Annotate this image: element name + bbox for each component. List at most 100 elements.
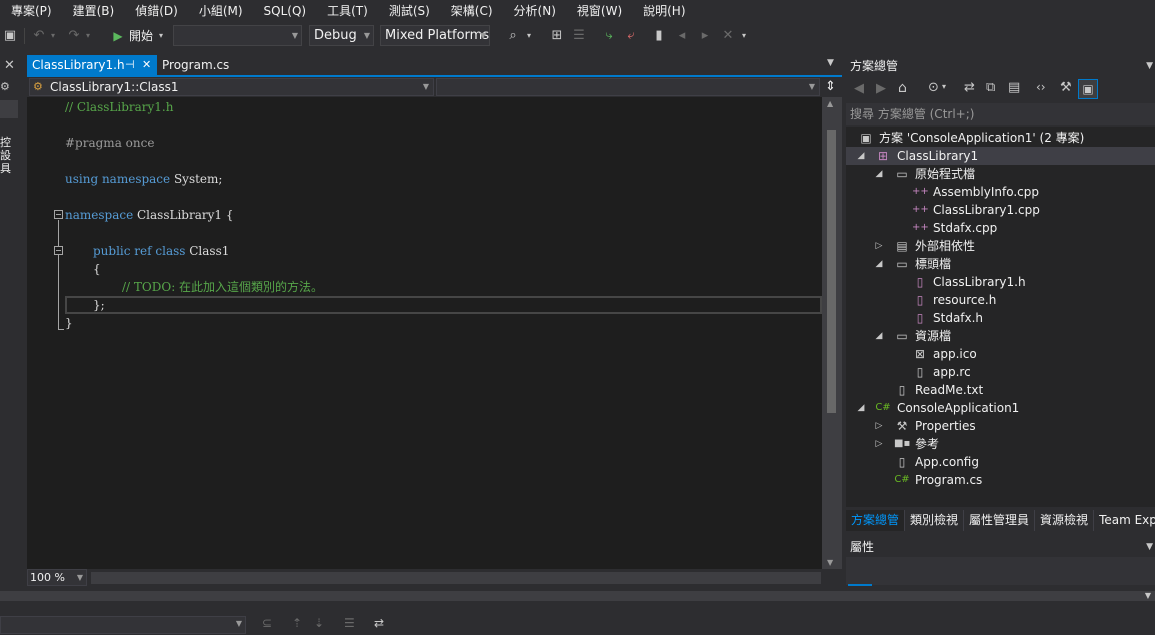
panel-menu-icon[interactable]: ▼ [1145, 591, 1151, 600]
tab-team-explorer[interactable]: Team Explo [1094, 510, 1155, 531]
member-combo[interactable]: ▼ [436, 78, 820, 96]
tree-item-header-folder[interactable]: ◢ ▭ 標頭檔 [846, 255, 1155, 273]
panel-menu-icon[interactable]: ▼ [1146, 537, 1153, 557]
collapsed-arrow-icon[interactable]: ▷ [874, 435, 884, 453]
expanded-arrow-icon[interactable]: ◢ [856, 399, 866, 417]
output-source-combo[interactable]: ▼ [0, 616, 246, 634]
save-all-icon[interactable]: ▣ [2, 27, 18, 45]
bookmark-icon[interactable]: ▮ [652, 27, 666, 45]
start-dropdown-icon[interactable]: ▾ [156, 27, 166, 45]
pin-icon[interactable]: ⊣ [125, 55, 135, 75]
scroll-down-icon[interactable]: ▼ [827, 558, 833, 567]
menu-team[interactable]: 小組(M) [188, 0, 253, 22]
tree-item-consoleapplication1[interactable]: ◢ C# ConsoleApplication1 [846, 399, 1155, 417]
tree-item-classlibrary1-h[interactable]: ▯ ClassLibrary1.h [846, 273, 1155, 291]
bookmark-window-icon[interactable]: ⊞ [548, 27, 566, 45]
menu-tools[interactable]: 工具(T) [316, 0, 378, 22]
previous-message-icon[interactable]: ⇡ [292, 616, 302, 630]
forward-icon[interactable]: ▶ [876, 81, 886, 96]
toolbox-vertical-label[interactable]: 控 設 具 [0, 136, 11, 175]
configuration-combo[interactable]: Debug ▼ [309, 25, 374, 46]
menu-help[interactable]: 說明(H) [632, 0, 695, 22]
target-combo[interactable]: ▼ [173, 25, 302, 46]
menu-sql[interactable]: SQL(Q) [253, 0, 317, 22]
tree-item-app-config[interactable]: ▯ App.config [846, 453, 1155, 471]
collapsed-arrow-icon[interactable]: ▷ [874, 417, 884, 435]
chevron-down-icon[interactable]: ▾ [942, 82, 946, 91]
gear-icon[interactable]: ⚙ [0, 80, 10, 93]
uncomment-icon[interactable]: ⤶ [622, 27, 640, 45]
redo-icon[interactable]: ↷ [65, 27, 83, 45]
tree-item-app-rc[interactable]: ▯ app.rc [846, 363, 1155, 381]
menu-test[interactable]: 測試(S) [378, 0, 440, 22]
comment-icon[interactable]: ⤷ [600, 27, 618, 45]
redo-dropdown-icon[interactable]: ▾ [83, 27, 93, 45]
tab-classlibrary1-h[interactable]: ClassLibrary1.h ⊣ ✕ [27, 55, 157, 75]
collapsed-arrow-icon[interactable]: ▷ [874, 237, 884, 255]
tab-program-cs[interactable]: Program.cs [157, 55, 247, 75]
tree-item-source-folder[interactable]: ◢ ▭ 原始程式檔 [846, 165, 1155, 183]
toolbox-tab[interactable] [0, 100, 18, 118]
properties-wrench-icon[interactable]: ⚒ [1060, 80, 1072, 95]
tree-item-solution[interactable]: ▣ 方案 'ConsoleApplication1' (2 專案) [846, 129, 1155, 147]
find-in-files-icon[interactable]: ⌕ [504, 27, 522, 45]
fold-toggle-icon[interactable] [54, 246, 63, 255]
tree-item-app-ico[interactable]: ⊠ app.ico [846, 345, 1155, 363]
scroll-up-icon[interactable]: ▲ [827, 99, 833, 108]
panel-menu-icon[interactable]: ▼ [1146, 55, 1153, 77]
show-all-files-icon[interactable]: ▤ [1008, 80, 1020, 95]
tree-item-resource-folder[interactable]: ◢ ▭ 資源檔 [846, 327, 1155, 345]
expanded-arrow-icon[interactable]: ◢ [874, 165, 884, 183]
back-icon[interactable]: ◀ [854, 81, 864, 96]
close-icon[interactable]: ✕ [4, 58, 15, 73]
menu-project[interactable]: 專案(P) [0, 0, 62, 22]
toolbar-overflow-icon[interactable]: ▾ [738, 27, 750, 45]
next-bookmark-icon[interactable]: ▸ [697, 27, 713, 45]
tree-item-references[interactable]: ▷ ■▪ 參考 [846, 435, 1155, 453]
tab-resource-view[interactable]: 資源檢視 [1035, 510, 1095, 531]
expanded-arrow-icon[interactable]: ◢ [874, 255, 884, 273]
tree-item-stdafx-cpp[interactable]: ++ Stdafx.cpp [846, 219, 1155, 237]
clear-all-icon[interactable]: ☰ [344, 616, 355, 630]
fold-toggle-icon[interactable] [54, 210, 63, 219]
indent-icon[interactable]: ☰ [570, 27, 588, 45]
pending-changes-icon[interactable]: ⊙ [928, 80, 939, 95]
menu-architecture[interactable]: 架構(C) [440, 0, 503, 22]
editor-horizontal-scrollbar[interactable] [91, 572, 821, 584]
tree-item-stdafx-h[interactable]: ▯ Stdafx.h [846, 309, 1155, 327]
find-message-icon[interactable]: ⊆ [262, 616, 272, 630]
next-message-icon[interactable]: ⇣ [314, 616, 324, 630]
expanded-arrow-icon[interactable]: ◢ [856, 147, 866, 165]
platform-combo[interactable]: Mixed Platforms ▼ [380, 25, 490, 46]
tree-item-classlibrary1[interactable]: ◢ ⊞ ClassLibrary1 [846, 147, 1155, 165]
tab-list-dropdown-icon[interactable]: ▼ [827, 58, 834, 68]
home-icon[interactable]: ⌂ [898, 80, 907, 96]
previous-bookmark-icon[interactable]: ◂ [674, 27, 690, 45]
menu-debug[interactable]: 偵錯(D) [124, 0, 188, 22]
code-editor[interactable]: // ClassLibrary1.h #pragma once using na… [27, 97, 822, 569]
scope-combo[interactable]: ⚙ ClassLibrary1::Class1 ▼ [29, 78, 434, 96]
preview-selected-icon[interactable]: ▣ [1078, 79, 1098, 99]
undo-dropdown-icon[interactable]: ▾ [48, 27, 58, 45]
split-window-icon[interactable]: ⇕ [825, 79, 836, 94]
solution-search-input[interactable]: 搜尋 方案總管 (Ctrl+;) [846, 103, 1155, 125]
tab-class-view[interactable]: 類別檢視 [905, 510, 965, 531]
menu-window[interactable]: 視窗(W) [566, 0, 632, 22]
editor-scroll-thumb[interactable] [827, 130, 836, 413]
tree-item-readme[interactable]: ▯ ReadMe.txt [846, 381, 1155, 399]
tree-item-resource-h[interactable]: ▯ resource.h [846, 291, 1155, 309]
find-dropdown-icon[interactable]: ▾ [524, 27, 534, 45]
start-play-icon[interactable]: ▶ [111, 27, 125, 45]
tree-item-classlibrary1-cpp[interactable]: ++ ClassLibrary1.cpp [846, 201, 1155, 219]
clear-bookmarks-icon[interactable]: ✕ [720, 27, 736, 45]
tree-item-external-deps[interactable]: ▷ ▤ 外部相依性 [846, 237, 1155, 255]
expanded-arrow-icon[interactable]: ◢ [874, 327, 884, 345]
collapse-all-icon[interactable]: ⧉ [986, 80, 995, 95]
view-code-icon[interactable]: ‹› [1036, 80, 1046, 94]
sync-icon[interactable]: ⇄ [964, 80, 975, 95]
tab-solution-explorer[interactable]: 方案總管 [846, 510, 906, 531]
word-wrap-icon[interactable]: ⇄ [374, 616, 384, 630]
close-icon[interactable]: ✕ [142, 55, 151, 75]
start-button[interactable]: 開始 [129, 27, 159, 45]
zoom-combo[interactable]: 100 % ▼ [27, 569, 87, 586]
